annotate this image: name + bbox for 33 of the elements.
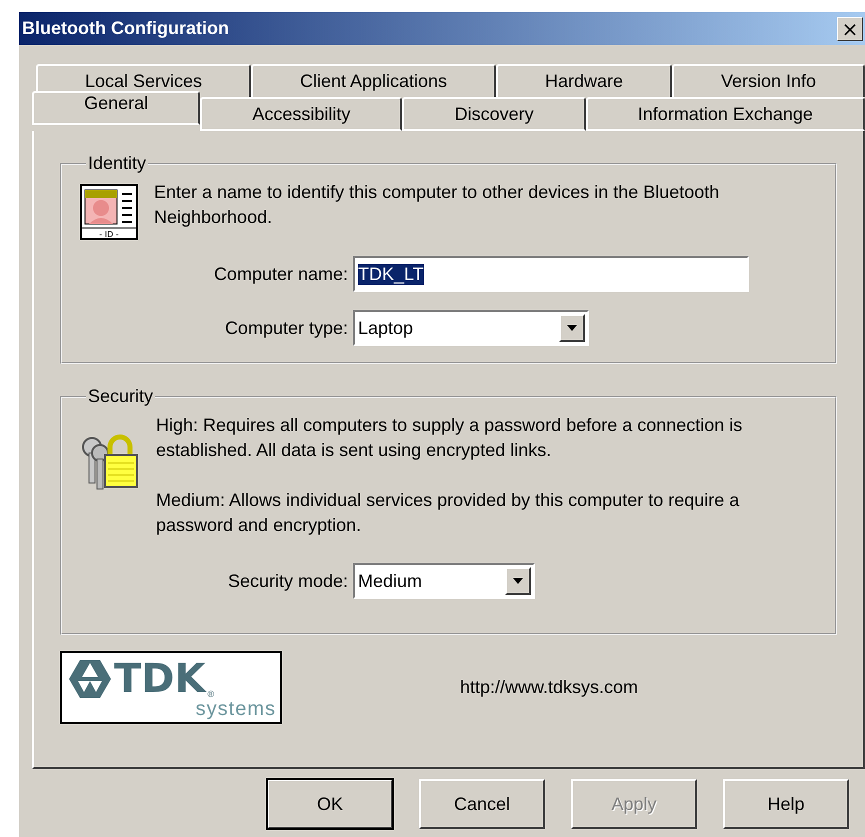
description-text: Medium: Allows individual services provided by this computer to require a password and encryption. <box>156 489 740 537</box>
hexagon-logo-icon <box>68 659 112 699</box>
id-label: - ID - <box>99 230 119 239</box>
dialog-button[interactable]: OK <box>267 779 393 829</box>
tab[interactable]: Discovery <box>402 97 586 131</box>
keys-and-padlock-icon <box>80 433 140 491</box>
tab[interactable]: General <box>32 91 200 125</box>
tab[interactable]: Hardware <box>496 64 672 97</box>
description-text: Enter a name to identify this computer to other devices in the Bluetooth Neighborhood. <box>154 181 720 229</box>
field-label: Computer type: <box>224 318 348 338</box>
tab[interactable]: Information Exchange <box>586 97 865 131</box>
close-button[interactable]: × <box>837 16 863 40</box>
group-title: Security <box>87 386 154 407</box>
id-card-icon <box>80 184 138 240</box>
website-url: http://www.tdksys.com <box>460 677 638 698</box>
registered-mark: ® <box>207 689 214 699</box>
tab[interactable]: Client Applications <box>251 64 496 97</box>
computer-type-dropdown[interactable]: Laptop <box>353 310 589 346</box>
logo-subtitle: systems <box>196 699 276 719</box>
computer-name-field[interactable]: TDK_LT <box>353 256 749 292</box>
field-label: Computer name: <box>212 264 348 284</box>
window-title: Bluetooth Configuration <box>22 18 229 39</box>
security-mode-dropdown[interactable]: Medium <box>353 563 535 599</box>
dialog-button[interactable]: Help <box>723 779 849 829</box>
dropdown-arrow-icon <box>567 325 577 331</box>
field-label: Security mode: <box>226 570 348 592</box>
tab[interactable]: Version Info <box>672 64 865 97</box>
dropdown-arrow-icon <box>513 578 523 584</box>
tab[interactable]: Accessibility <box>200 97 402 131</box>
dialog-button[interactable]: Cancel <box>419 779 545 829</box>
group-title: Identity <box>87 153 148 174</box>
description-text: High: Requires all computers to supply a password before a connection is established. All data is sent using encrypted links. <box>156 414 744 462</box>
logo-wordmark: TDK <box>114 659 206 699</box>
